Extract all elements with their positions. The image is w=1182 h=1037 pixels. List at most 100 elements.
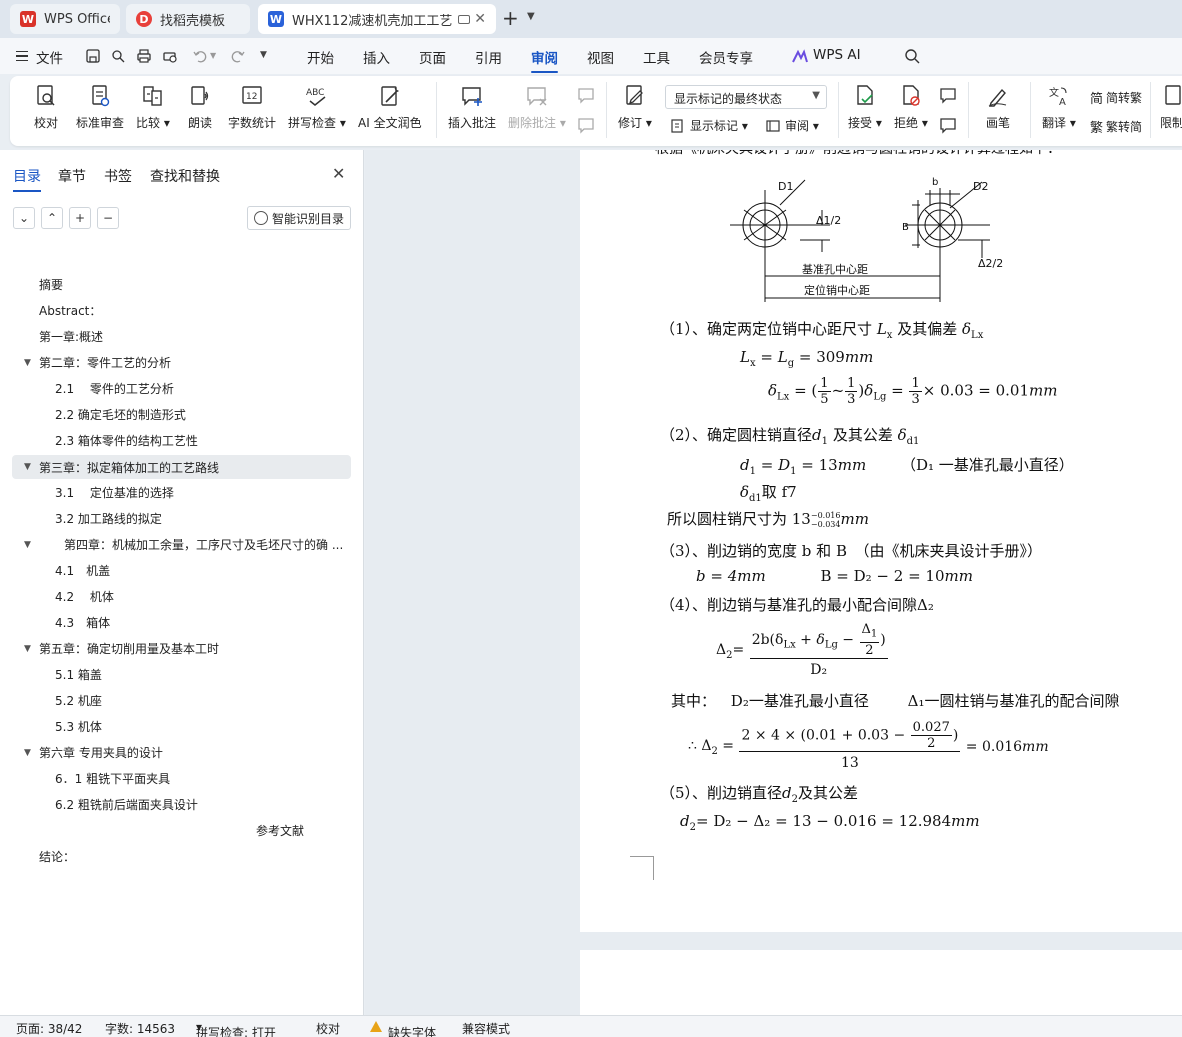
toc-item[interactable]: 2.3 箱体零件的结构工艺性 <box>55 428 198 452</box>
page-indicator[interactable]: 页面: 38/42 <box>16 1020 82 1037</box>
print-preview-icon[interactable] <box>162 48 178 64</box>
close-tab-icon[interactable]: ✕ <box>474 11 486 27</box>
tab-docer-templates[interactable]: D 找稻壳模板 <box>126 4 250 34</box>
menu-member[interactable]: 会员专享 <box>699 47 753 67</box>
redo-icon[interactable] <box>230 48 246 64</box>
toc-item[interactable]: 2.1 零件的工艺分析 <box>55 376 174 400</box>
previous-change-icon[interactable] <box>938 86 958 106</box>
ribbon-divider <box>838 82 839 138</box>
traditional-to-simplified-button[interactable]: 繁繁转简 <box>1090 117 1142 136</box>
toc-item[interactable]: 摘要 <box>39 272 63 296</box>
proofread-status[interactable]: 校对 <box>316 1020 340 1037</box>
toc-item[interactable]: 3.2 加工路线的拟定 <box>55 506 162 530</box>
toc-item[interactable]: 6.2 粗铣前后端面夹具设计 <box>55 792 198 816</box>
proofread-button[interactable]: 校对 <box>34 84 58 131</box>
chevron-down-icon[interactable]: ▼ <box>527 11 535 22</box>
tab-find-replace[interactable]: 查找和替换 <box>150 166 220 186</box>
status-bar: 页面: 38/42 字数: 14563 拼写检查: 打开 ▾ 校对 缺失字体 兼… <box>0 1015 1182 1037</box>
spell-check-button[interactable]: ABC 拼写检查 ▾ <box>288 84 346 131</box>
translate-button[interactable]: 文A 翻译 ▾ <box>1042 84 1076 131</box>
tab-bookmarks[interactable]: 书签 <box>104 166 132 186</box>
toc-item[interactable]: 参考文献 <box>256 818 304 842</box>
tab-sections[interactable]: 章节 <box>58 166 86 186</box>
toc-item[interactable]: 4.1 机盖 <box>55 558 110 582</box>
pen-button[interactable]: 画笔 <box>986 84 1010 131</box>
toc-item[interactable]: 5.1 箱盖 <box>55 662 102 686</box>
insert-comment-button[interactable]: 插入批注 <box>448 84 496 131</box>
toc-item[interactable]: Abstract： <box>39 298 101 322</box>
expand-triangle-icon[interactable]: ▼ <box>24 462 31 472</box>
search-icon[interactable] <box>904 48 920 64</box>
tab-toc[interactable]: 目录 <box>13 166 41 192</box>
restrict-editing-button[interactable]: 限制 <box>1160 84 1182 131</box>
save-icon[interactable] <box>85 48 101 64</box>
next-change-icon[interactable] <box>938 116 958 136</box>
menu-review[interactable]: 审阅 <box>531 47 558 73</box>
show-markup-button[interactable]: 显示标记 ▾ <box>670 117 748 134</box>
collapse-all-button[interactable]: ⌄ <box>13 207 35 229</box>
toc-item[interactable]: 结论： <box>39 844 75 868</box>
toc-item[interactable]: 5.2 机座 <box>55 688 102 712</box>
word-count-button[interactable]: 12 字数统计 <box>228 84 276 131</box>
next-page[interactable] <box>580 950 1182 1015</box>
toc-item[interactable]: 5.3 机体 <box>55 714 102 738</box>
add-heading-button[interactable]: + <box>69 207 91 229</box>
reject-button[interactable]: 拒绝 ▾ <box>894 84 928 131</box>
toc-item[interactable]: 第一章:概述 <box>39 324 103 348</box>
simplified-to-traditional-button[interactable]: 简简转繁 <box>1090 88 1142 107</box>
menu-reference[interactable]: 引用 <box>475 47 502 67</box>
expand-up-button[interactable]: ⌃ <box>41 207 63 229</box>
undo-icon[interactable] <box>192 48 208 64</box>
menu-tools[interactable]: 工具 <box>643 47 670 67</box>
word-count-indicator[interactable]: 字数: 14563 <box>105 1020 175 1037</box>
doc-calc-delta2: ∴ Δ2 = 2 × 4 × (0.01 + 0.03 − 0.027 2) 13… <box>688 720 1049 771</box>
remove-heading-button[interactable]: − <box>97 207 119 229</box>
expand-triangle-icon[interactable]: ▼ <box>24 358 31 368</box>
menu-insert[interactable]: 插入 <box>363 47 390 67</box>
toc-item[interactable]: 4.3 箱体 <box>55 610 110 634</box>
toc-item[interactable]: 第五章：确定切削用量及基本工时 <box>39 636 219 660</box>
document-area[interactable]: 根据《机床夹具设计手册》削边销与圆柱销的设计计算过程如下： <box>365 150 1182 1015</box>
export-icon[interactable] <box>110 48 126 64</box>
document-page[interactable]: 根据《机床夹具设计手册》削边销与圆柱销的设计计算过程如下： <box>580 150 1182 932</box>
toc-item[interactable]: 第三章：拟定箱体加工的工艺路线 <box>39 455 219 479</box>
monitor-icon[interactable] <box>458 14 470 24</box>
menu-wps-ai[interactable]: WPS AI <box>813 47 861 63</box>
new-tab-icon[interactable]: + <box>502 8 519 28</box>
undo-dropdown-icon[interactable]: ▼ <box>210 51 216 60</box>
previous-comment-icon[interactable] <box>576 86 596 106</box>
toc-item[interactable]: 6．1 粗铣下平面夹具 <box>55 766 170 790</box>
menu-page[interactable]: 页面 <box>419 47 446 67</box>
read-aloud-button[interactable]: 朗读 <box>188 84 212 131</box>
standard-review-button[interactable]: 标准审查 <box>76 84 124 131</box>
expand-triangle-icon[interactable]: ▼ <box>24 748 31 758</box>
toc-item[interactable]: 第四章：机械加工余量，工序尺寸及毛坯尺寸的确 ... <box>64 532 343 556</box>
compare-button[interactable]: 比较 ▾ <box>136 84 170 131</box>
menu-view[interactable]: 视图 <box>587 47 614 67</box>
close-panel-icon[interactable]: ✕ <box>332 164 345 183</box>
toc-item[interactable]: 第二章：零件工艺的分析 <box>39 350 171 374</box>
menu-start[interactable]: 开始 <box>307 47 334 67</box>
tab-wps-office[interactable]: W WPS Office <box>10 4 120 34</box>
markup-display-select[interactable]: 显示标记的最终状态 ▼ <box>665 85 827 109</box>
toc-item[interactable]: 3.1 定位基准的选择 <box>55 480 174 504</box>
delete-comment-button[interactable]: 删除批注 ▾ <box>508 84 566 131</box>
expand-triangle-icon[interactable]: ▼ <box>24 644 31 654</box>
toc-item[interactable]: 2.2 确定毛坯的制造形式 <box>55 402 186 426</box>
next-comment-icon[interactable] <box>576 116 596 136</box>
review-pane-button[interactable]: 审阅 ▾ <box>765 117 819 134</box>
menu-file[interactable]: 文件 <box>36 47 63 67</box>
toc-item[interactable]: 4.2 机体 <box>55 584 114 608</box>
smart-toc-button[interactable]: 智能识别目录 <box>247 206 351 230</box>
missing-font-status[interactable]: 缺失字体 <box>370 1020 436 1037</box>
more-chevron-icon[interactable]: ▼ <box>260 50 267 60</box>
expand-triangle-icon[interactable]: ▼ <box>24 540 31 550</box>
track-changes-button[interactable]: 修订 ▾ <box>618 84 652 131</box>
tab-current-document[interactable]: W WHX112减速机壳加工工艺及 ✕ <box>258 4 496 34</box>
toc-item[interactable]: 第六章 专用夹具的设计 <box>39 740 163 764</box>
hamburger-menu-icon[interactable] <box>16 51 28 61</box>
spell-check-status[interactable]: 拼写检查: 打开 ▾ <box>196 1020 276 1037</box>
ai-polish-button[interactable]: AI 全文润色 <box>358 84 422 131</box>
print-icon[interactable] <box>136 48 152 64</box>
accept-button[interactable]: 接受 ▾ <box>848 84 882 131</box>
